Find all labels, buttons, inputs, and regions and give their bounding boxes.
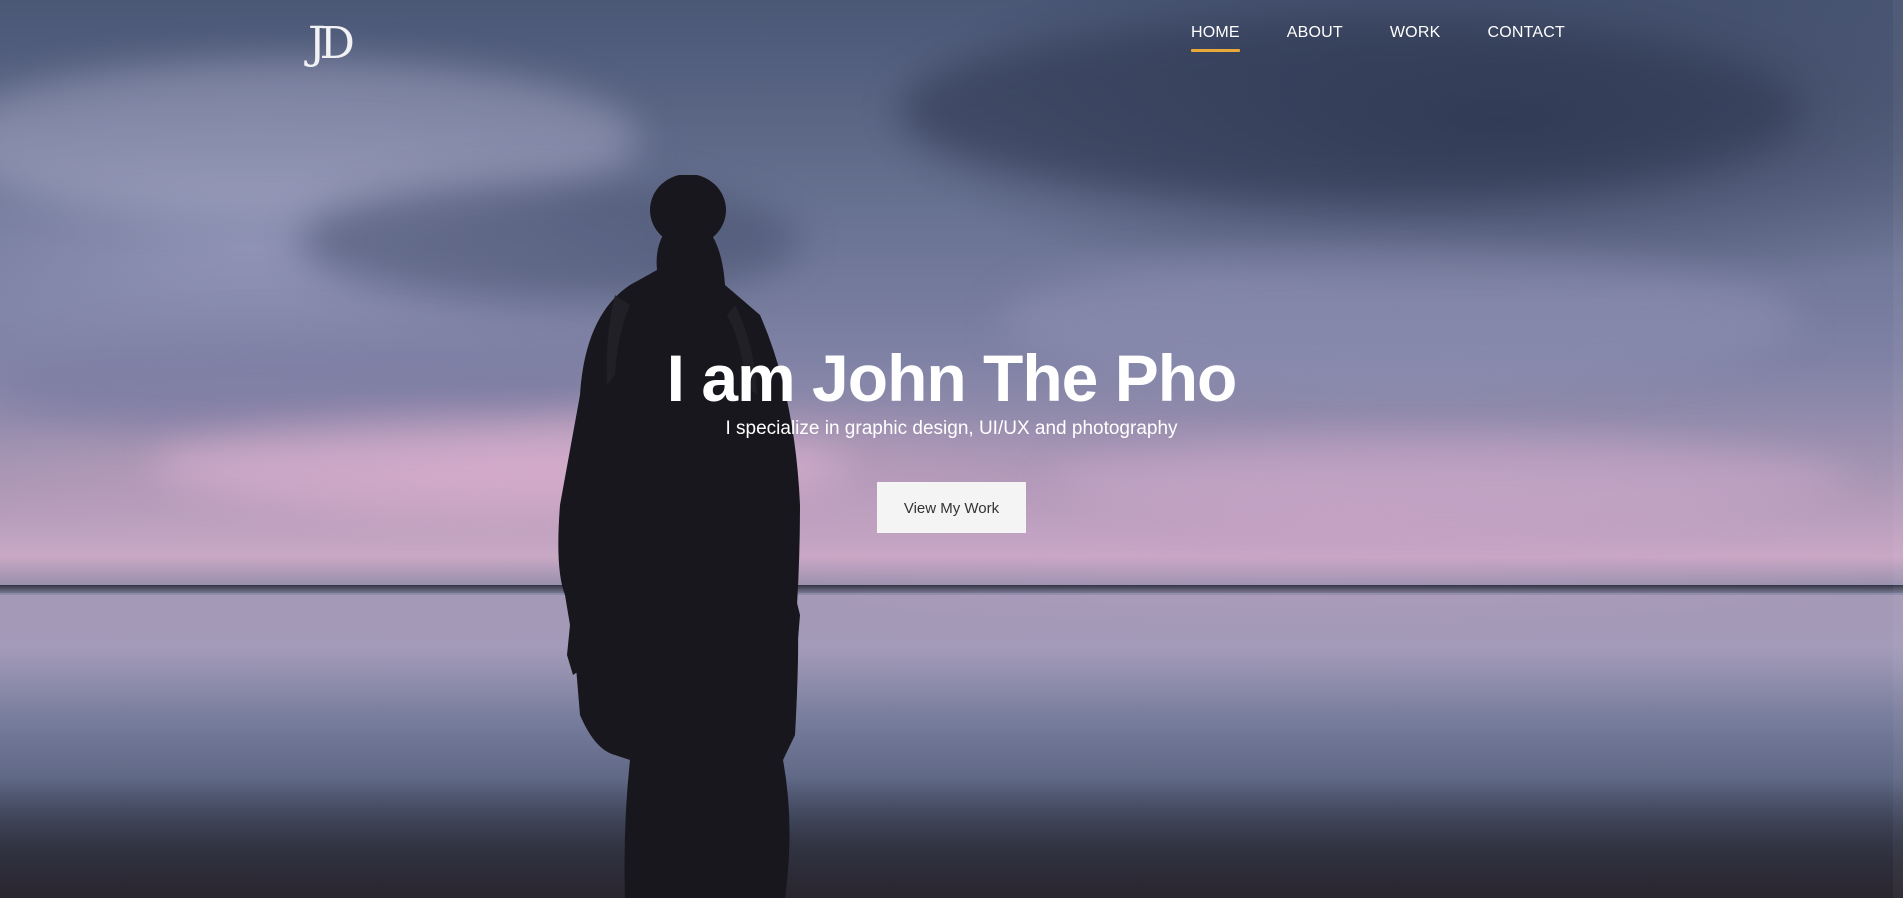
hero-title: I am John The Pho xyxy=(666,341,1238,415)
hero-content: I am John The Pho I specialize in graphi… xyxy=(0,338,1903,533)
nav-contact[interactable]: CONTACT xyxy=(1487,24,1565,52)
nav-home[interactable]: HOME xyxy=(1190,24,1240,52)
view-my-work-button[interactable]: View My Work xyxy=(877,482,1026,533)
lake-reflection xyxy=(0,595,1903,795)
horizon-treeline xyxy=(0,585,1903,593)
nav-about[interactable]: ABOUT xyxy=(1287,24,1343,52)
shoreline xyxy=(0,778,1903,898)
site-logo[interactable]: JD xyxy=(308,18,378,70)
person-silhouette xyxy=(558,175,800,898)
scrollbar-track[interactable] xyxy=(1893,0,1903,898)
main-nav: HOME ABOUT WORK CONTACT xyxy=(1144,24,1565,52)
hero-subtitle: I specialize in graphic design, UI/UX an… xyxy=(725,418,1178,439)
nav-work[interactable]: WORK xyxy=(1390,24,1441,52)
